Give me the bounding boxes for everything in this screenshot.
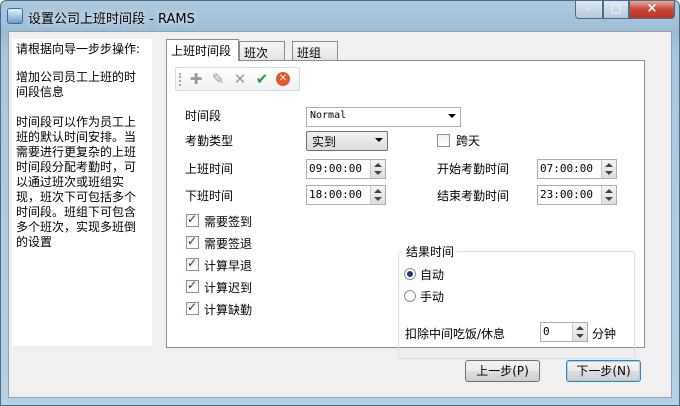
period-value: Normal <box>310 110 347 121</box>
window-title: 设置公司上班时间段 - RAMS <box>28 12 195 27</box>
toolbar: ✚ ✎ ✕ ✔ ✕ <box>175 67 300 91</box>
start-attendance-value: 07:00:00 <box>540 162 593 175</box>
arrow-up-icon[interactable] <box>605 189 613 193</box>
cross-day-label: 跨天 <box>456 134 481 148</box>
spin-buttons[interactable] <box>601 160 616 178</box>
spin-buttons[interactable] <box>370 160 385 178</box>
arrow-up-icon[interactable] <box>374 189 382 193</box>
end-work-value: 18:00:00 <box>309 188 362 201</box>
require-sign-out-checkbox[interactable] <box>186 234 199 249</box>
end-attendance-time-input[interactable]: 23:00:00 <box>537 185 617 205</box>
require-sign-in-checkbox[interactable] <box>186 212 199 227</box>
start-work-label: 上班时间 <box>185 162 234 176</box>
delete-icon[interactable]: ✕ <box>232 71 248 87</box>
start-attendance-label: 开始考勤时间 <box>437 162 510 176</box>
period-select[interactable]: Normal <box>306 107 461 127</box>
maximize-button[interactable]: □ <box>603 1 629 19</box>
calc-absence-checkbox[interactable] <box>186 300 199 315</box>
end-attendance-value: 23:00:00 <box>540 188 593 201</box>
tab-shift[interactable]: 班次 <box>239 41 285 60</box>
result-manual-label: 手动 <box>420 290 445 304</box>
arrow-up-icon[interactable] <box>576 326 584 330</box>
guide-step-title: 增加公司员工上班的时间段信息 <box>16 70 137 99</box>
tab-panel: ✚ ✎ ✕ ✔ ✕ 时间段 Normal 考勤类型 实到 跨天 上班时间 09:… <box>166 60 645 359</box>
arrow-down-icon[interactable] <box>374 197 382 201</box>
result-time-group-title: 结果时间 <box>403 243 458 260</box>
start-work-value: 09:00:00 <box>309 162 362 175</box>
start-attendance-time-input[interactable]: 07:00:00 <box>537 159 617 179</box>
cross-day-checkbox[interactable] <box>437 134 450 147</box>
result-manual-radio[interactable] <box>404 290 416 302</box>
attendance-type-select[interactable]: 实到 <box>306 131 388 151</box>
result-auto-radio[interactable] <box>404 268 416 280</box>
chevron-down-icon <box>375 138 383 142</box>
guide-panel: 请根据向导一步步操作: 增加公司员工上班的时间段信息 时间段可以作为员工上班的默… <box>12 39 152 346</box>
arrow-down-icon[interactable] <box>576 334 584 338</box>
deduct-break-unit: 分钟 <box>592 327 617 341</box>
confirm-icon[interactable]: ✔ <box>254 71 270 87</box>
calc-absence-label: 计算缺勤 <box>204 303 253 317</box>
require-sign-out-label: 需要签退 <box>204 237 253 251</box>
dialog-body: 请根据向导一步步操作: 增加公司员工上班的时间段信息 时间段可以作为员工上班的默… <box>8 31 672 398</box>
deduct-break-input[interactable]: 0 <box>540 322 588 342</box>
end-attendance-label: 结束考勤时间 <box>437 189 510 203</box>
arrow-down-icon[interactable] <box>605 197 613 201</box>
require-sign-in-label: 需要签到 <box>204 215 253 229</box>
calc-late-checkbox[interactable] <box>186 278 199 293</box>
end-work-time-input[interactable]: 18:00:00 <box>306 185 386 205</box>
deduct-break-label: 扣除中间吃饭/休息 <box>405 327 506 341</box>
arrow-up-icon[interactable] <box>605 163 613 167</box>
arrow-down-icon[interactable] <box>374 171 382 175</box>
next-step-button[interactable]: 下一步(N) <box>566 360 641 382</box>
attendance-type-value: 实到 <box>312 135 337 149</box>
arrow-up-icon[interactable] <box>374 163 382 167</box>
period-label: 时间段 <box>185 109 222 123</box>
edit-icon[interactable]: ✎ <box>210 71 226 87</box>
dialog-window: 设置公司上班时间段 - RAMS - □ × 请根据向导一步步操作: 增加公司员… <box>0 0 680 406</box>
minimize-button[interactable]: - <box>575 1 603 19</box>
close-button[interactable]: × <box>629 1 675 19</box>
app-icon <box>7 8 23 24</box>
spin-buttons[interactable] <box>370 186 385 204</box>
result-auto-label: 自动 <box>420 268 445 282</box>
tab-work-period[interactable]: 上班时间段 <box>166 39 239 61</box>
attendance-type-label: 考勤类型 <box>185 134 234 148</box>
deduct-break-value: 0 <box>543 325 550 338</box>
prev-step-button[interactable]: 上一步(P) <box>465 360 540 382</box>
tab-shift-group[interactable]: 班组 <box>292 41 338 60</box>
spin-buttons[interactable] <box>572 323 587 341</box>
cancel-icon[interactable]: ✕ <box>276 72 290 86</box>
end-work-label: 下班时间 <box>185 189 234 203</box>
add-icon[interactable]: ✚ <box>188 71 204 87</box>
calc-late-label: 计算迟到 <box>204 281 253 295</box>
chevron-down-icon <box>448 114 456 118</box>
spin-buttons[interactable] <box>601 186 616 204</box>
title-bar[interactable]: 设置公司上班时间段 - RAMS - □ × <box>1 1 679 31</box>
arrow-down-icon[interactable] <box>605 171 613 175</box>
start-work-time-input[interactable]: 09:00:00 <box>306 159 386 179</box>
calc-early-leave-label: 计算早退 <box>204 259 253 273</box>
guide-heading: 请根据向导一步步操作: <box>16 42 141 56</box>
toolbar-grip[interactable] <box>179 73 183 86</box>
guide-description: 时间段可以作为员工上班的默认时间安排。当需要进行更复杂的上班时间段分配考勤时，可… <box>16 115 137 249</box>
calc-early-leave-checkbox[interactable] <box>186 256 199 271</box>
